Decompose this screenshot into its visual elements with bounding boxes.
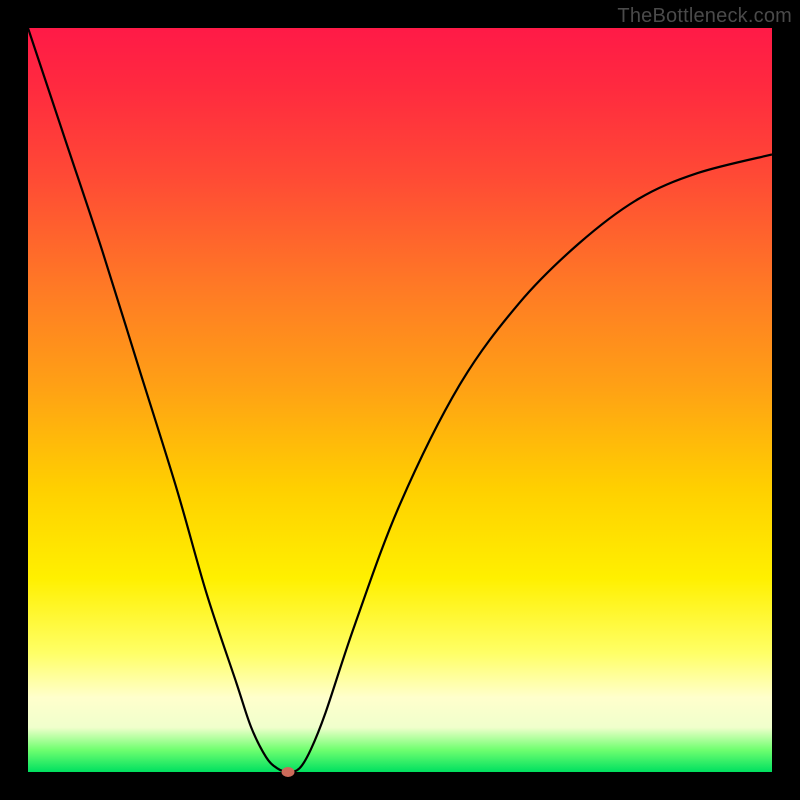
optimum-marker xyxy=(282,767,295,777)
watermark-text: TheBottleneck.com xyxy=(617,5,792,28)
bottleneck-curve xyxy=(28,28,772,772)
chart-plot-area xyxy=(28,28,772,772)
